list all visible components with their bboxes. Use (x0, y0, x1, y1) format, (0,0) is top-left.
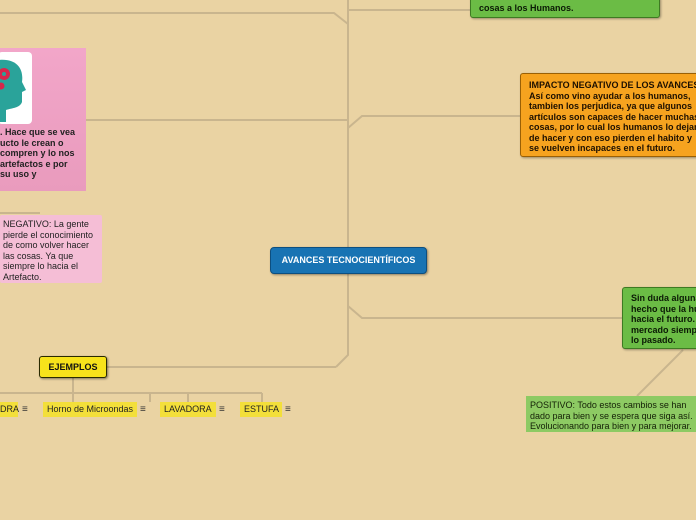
positive-note-text: POSITIVO: Todo estos cambios se han dado… (530, 400, 693, 431)
menu-icon[interactable]: ≡ (140, 402, 146, 417)
pink-card-node[interactable]: . Hace que se vea ucto le crean o compre… (0, 48, 86, 191)
top-green-node[interactable]: cosas a los Humanos. (470, 0, 660, 18)
example-item-label: DRA (0, 404, 20, 414)
example-item-label: ESTUFA (244, 404, 280, 414)
example-item-label: Horno de Microondas (47, 404, 134, 414)
example-item-washer[interactable]: LAVADORA (160, 402, 216, 417)
example-item-dra[interactable]: DRA (0, 402, 20, 417)
top-green-text: cosas a los Humanos. (479, 3, 574, 13)
impact-negative-body: Así como vino ayudar a los humanos, tamb… (529, 90, 696, 154)
examples-node[interactable]: EJEMPLOS (39, 356, 107, 378)
impact-negative-node[interactable]: IMPACTO NEGATIVO DE LOS AVANCES Así como… (520, 73, 696, 157)
right-green-text: Sin duda alguna hecho que la hu hacia el… (631, 293, 696, 345)
examples-label: EJEMPLOS (48, 362, 98, 372)
impact-negative-title: IMPACTO NEGATIVO DE LOS AVANCES (529, 80, 696, 90)
menu-icon[interactable]: ≡ (285, 402, 291, 417)
central-topic-label: AVANCES TECNOCIENTÍFICOS (281, 255, 416, 265)
example-item-microwave[interactable]: Horno de Microondas (43, 402, 137, 417)
right-green-node[interactable]: Sin duda alguna hecho que la hu hacia el… (622, 287, 696, 349)
example-item-label: LAVADORA (164, 404, 212, 414)
negative-note-text: NEGATIVO: La gente pierde el conocimient… (3, 219, 94, 282)
negative-note-node[interactable]: NEGATIVO: La gente pierde el conocimient… (0, 215, 102, 283)
positive-note-node[interactable]: POSITIVO: Todo estos cambios se han dado… (526, 396, 696, 432)
menu-icon[interactable]: ≡ (219, 402, 225, 417)
head-gear-icon (0, 52, 32, 124)
pink-card-text: . Hace que se vea ucto le crean o compre… (0, 127, 76, 179)
example-item-stove[interactable]: ESTUFA (240, 402, 282, 417)
menu-icon[interactable]: ≡ (22, 402, 28, 417)
central-topic[interactable]: AVANCES TECNOCIENTÍFICOS (270, 247, 427, 274)
